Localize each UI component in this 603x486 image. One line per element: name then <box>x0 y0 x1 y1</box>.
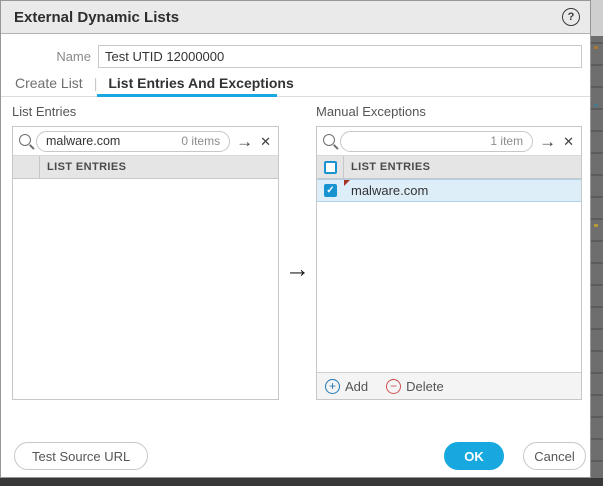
tab-bar: Create List | List Entries And Exception… <box>15 75 294 91</box>
background-speck <box>594 224 598 227</box>
manual-exceptions-panel-title: Manual Exceptions <box>316 104 426 119</box>
delete-minus-icon: − <box>386 379 401 394</box>
list-entries-grid-header: LIST ENTRIES <box>13 156 278 179</box>
cancel-button[interactable]: Cancel <box>523 442 586 470</box>
tab-create-list[interactable]: Create List <box>15 75 83 91</box>
name-input[interactable] <box>98 45 582 68</box>
background-speck <box>594 104 598 107</box>
background-bottom-sliver <box>0 478 603 486</box>
delete-entry-button[interactable]: − Delete <box>386 379 444 394</box>
list-entries-item-count: 0 items <box>181 134 220 148</box>
add-plus-icon: + <box>325 379 340 394</box>
row-checkbox-column: ✓ <box>317 180 344 201</box>
row-entry-cell[interactable]: malware.com <box>344 180 581 201</box>
select-all-checkbox[interactable] <box>324 161 337 174</box>
tab-list-entries-and-exceptions[interactable]: List Entries And Exceptions <box>108 75 293 91</box>
search-clear-icon[interactable]: ✕ <box>563 135 574 148</box>
transfer-arrow-icon: → <box>285 255 310 284</box>
manual-exceptions-search-row: 1 item → ✕ <box>317 127 581 156</box>
tab-separator: | <box>94 75 98 91</box>
search-icon <box>19 134 31 146</box>
help-icon[interactable]: ? <box>562 8 580 26</box>
tab-divider-line <box>1 96 590 97</box>
manual-exceptions-panel: 1 item → ✕ LIST ENTRIES ✓ malware.com + … <box>316 126 582 400</box>
manual-exceptions-search-input[interactable] <box>350 134 486 148</box>
row-entry-text: malware.com <box>351 183 428 198</box>
manual-exceptions-grid-header: LIST ENTRIES <box>317 156 581 179</box>
manual-exceptions-column-header: LIST ENTRIES <box>344 156 430 178</box>
background-speck <box>594 46 598 49</box>
list-entries-panel: 0 items → ✕ LIST ENTRIES <box>12 126 279 400</box>
dialog-title: External Dynamic Lists <box>14 9 562 26</box>
add-label: Add <box>345 379 368 394</box>
manual-exceptions-item-count: 1 item <box>490 134 523 148</box>
search-submit-arrow-icon[interactable]: → <box>539 133 556 150</box>
delete-label: Delete <box>406 379 444 394</box>
list-entries-search-input[interactable] <box>46 134 177 148</box>
list-entries-search-row: 0 items → ✕ <box>13 127 278 156</box>
list-entries-search-pill: 0 items <box>36 131 230 152</box>
unsaved-change-marker <box>344 180 350 186</box>
active-tab-underline <box>97 94 277 97</box>
name-row: Name <box>1 45 590 68</box>
header-checkbox-column <box>13 156 40 178</box>
ok-button[interactable]: OK <box>444 442 504 470</box>
list-entries-panel-title: List Entries <box>12 104 76 119</box>
external-dynamic-lists-dialog: External Dynamic Lists ? Name Create Lis… <box>0 0 591 478</box>
name-label: Name <box>1 49 98 64</box>
test-source-url-button[interactable]: Test Source URL <box>14 442 148 470</box>
manual-exceptions-search-pill: 1 item <box>340 131 533 152</box>
add-entry-button[interactable]: + Add <box>325 379 368 394</box>
background-page-sliver-top <box>591 0 603 36</box>
background-page-sliver <box>591 0 603 486</box>
table-row[interactable]: ✓ malware.com <box>317 179 581 202</box>
header-checkbox-column <box>317 156 344 178</box>
search-submit-arrow-icon[interactable]: → <box>236 133 253 150</box>
row-checkbox-checked[interactable]: ✓ <box>324 184 337 197</box>
list-entries-column-header: LIST ENTRIES <box>40 156 126 178</box>
manual-exceptions-footer: + Add − Delete <box>317 372 581 399</box>
search-icon <box>323 134 335 146</box>
search-clear-icon[interactable]: ✕ <box>260 135 271 148</box>
dialog-titlebar: External Dynamic Lists ? <box>1 1 590 34</box>
